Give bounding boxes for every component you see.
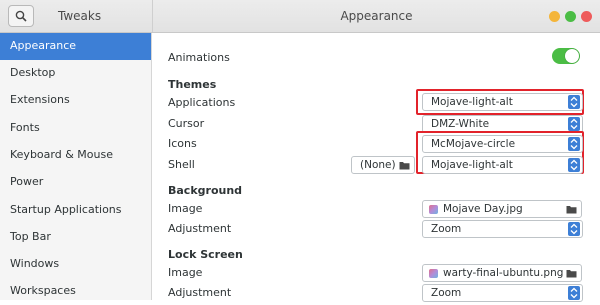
select-value: McMojave-circle [431, 138, 516, 150]
sidebar-item-label: Workspaces [10, 284, 76, 297]
folder-icon [566, 206, 577, 214]
applications-label: Applications [168, 96, 236, 109]
shell-label: Shell [168, 158, 195, 171]
select-value: Mojave-light-alt [431, 96, 513, 108]
lock-screen-image-label: Image [168, 266, 203, 279]
animations-label: Animations [168, 51, 230, 64]
sidebar-item-startup-applications[interactable]: Startup Applications [0, 197, 151, 224]
cursor-label: Cursor [168, 117, 205, 130]
sidebar-item-fonts[interactable]: Fonts [0, 115, 151, 142]
sidebar-item-label: Desktop [10, 66, 56, 79]
file-value: (None) [360, 159, 396, 171]
sidebar-item-appearance[interactable]: Appearance [0, 33, 151, 60]
sidebar: Appearance Desktop Extensions Fonts Keyb… [0, 33, 152, 300]
sidebar-item-label: Keyboard & Mouse [10, 148, 113, 161]
themes-heading: Themes [168, 78, 217, 91]
close-button[interactable] [581, 11, 592, 22]
lock-screen-adjustment-label: Adjustment [168, 286, 232, 299]
select-value: Zoom [431, 223, 462, 235]
icons-label: Icons [168, 137, 197, 150]
sidebar-item-label: Extensions [10, 93, 70, 106]
background-image-file-button[interactable]: Mojave Day.jpg [422, 200, 582, 218]
select-value: DMZ-White [431, 118, 490, 130]
chevron-updown-icon [568, 95, 580, 109]
sidebar-item-top-bar[interactable]: Top Bar [0, 224, 151, 251]
header-bar: Tweaks Appearance [0, 0, 600, 33]
chevron-updown-icon [568, 222, 580, 236]
sidebar-item-desktop[interactable]: Desktop [0, 60, 151, 87]
sidebar-item-label: Startup Applications [10, 203, 122, 216]
sidebar-item-label: Power [10, 175, 44, 188]
minimize-button[interactable] [549, 11, 560, 22]
background-adjustment-label: Adjustment [168, 222, 232, 235]
sidebar-item-label: Top Bar [10, 230, 51, 243]
folder-icon [566, 270, 577, 278]
sidebar-item-windows[interactable]: Windows [0, 251, 151, 278]
page-title: Appearance [340, 9, 413, 23]
lock-screen-image-file-button[interactable]: warty-final-ubuntu.png [422, 264, 582, 282]
select-value: Mojave-light-alt [431, 159, 513, 171]
file-value: Mojave Day.jpg [443, 203, 523, 215]
background-adjustment-select[interactable]: Zoom [422, 220, 583, 238]
background-heading: Background [168, 184, 243, 197]
sidebar-item-keyboard-mouse[interactable]: Keyboard & Mouse [0, 142, 151, 169]
sidebar-item-workspaces[interactable]: Workspaces [0, 278, 151, 305]
lock-screen-heading: Lock Screen [168, 248, 243, 261]
app-title: Tweaks [58, 9, 102, 23]
sidebar-item-label: Windows [10, 257, 60, 270]
appearance-panel: Animations Themes Applications Mojave-li… [153, 33, 600, 302]
lock-screen-adjustment-select[interactable]: Zoom [422, 284, 583, 302]
folder-icon [399, 162, 410, 170]
search-icon [15, 10, 27, 22]
shell-extension-file-button[interactable]: (None) [351, 156, 415, 174]
background-image-label: Image [168, 202, 203, 215]
file-value: warty-final-ubuntu.png [443, 267, 564, 279]
icons-theme-select[interactable]: McMojave-circle [422, 135, 583, 153]
image-thumbnail-icon [429, 205, 438, 214]
chevron-updown-icon [568, 158, 580, 172]
sidebar-item-power[interactable]: Power [0, 169, 151, 196]
sidebar-item-label: Fonts [10, 121, 40, 134]
chevron-updown-icon [568, 117, 580, 131]
animations-switch[interactable] [552, 48, 580, 64]
sidebar-item-extensions[interactable]: Extensions [0, 87, 151, 114]
chevron-updown-icon [568, 286, 580, 300]
select-value: Zoom [431, 287, 462, 299]
applications-theme-select[interactable]: Mojave-light-alt [422, 93, 583, 111]
search-button[interactable] [8, 5, 34, 27]
shell-theme-select[interactable]: Mojave-light-alt [422, 156, 583, 174]
image-thumbnail-icon [429, 269, 438, 278]
sidebar-item-label: Appearance [10, 39, 77, 52]
switch-knob [565, 49, 579, 63]
chevron-updown-icon [568, 137, 580, 151]
maximize-button[interactable] [565, 11, 576, 22]
